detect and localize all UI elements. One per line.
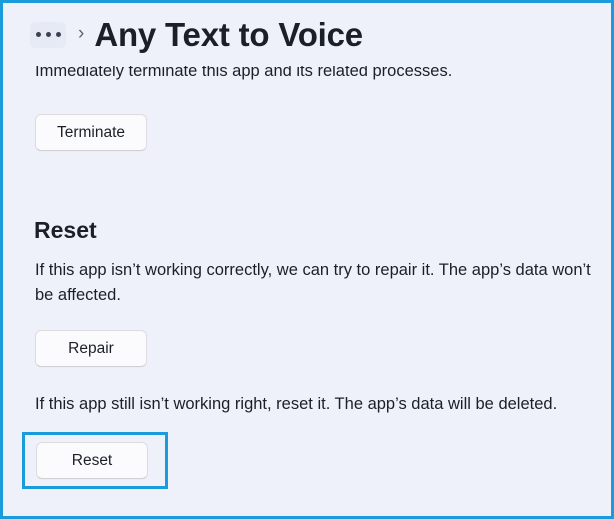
settings-content-area: Immediately terminate this app and its r… (3, 3, 611, 516)
terminate-button[interactable]: Terminate (35, 114, 147, 151)
repair-description: If this app isn’t working correctly, we … (35, 261, 591, 304)
ellipsis-dot (35, 32, 41, 37)
app-settings-window: Immediately terminate this app and its r… (0, 0, 614, 519)
page-title: Any Text to Voice (94, 16, 363, 53)
reset-button[interactable]: Reset (36, 442, 148, 479)
reset-section-heading: Reset (34, 217, 97, 243)
repair-button[interactable]: Repair (35, 330, 147, 367)
reset-button-highlight: Reset (22, 432, 168, 489)
page-header: › Any Text to Voice (3, 3, 611, 66)
ellipsis-dot (45, 32, 51, 37)
reset-description: If this app still isn’t working right, r… (35, 395, 558, 413)
chevron-right-icon: › (78, 23, 85, 44)
breadcrumb-overflow-icon[interactable] (30, 21, 66, 48)
ellipsis-dot (55, 32, 61, 37)
